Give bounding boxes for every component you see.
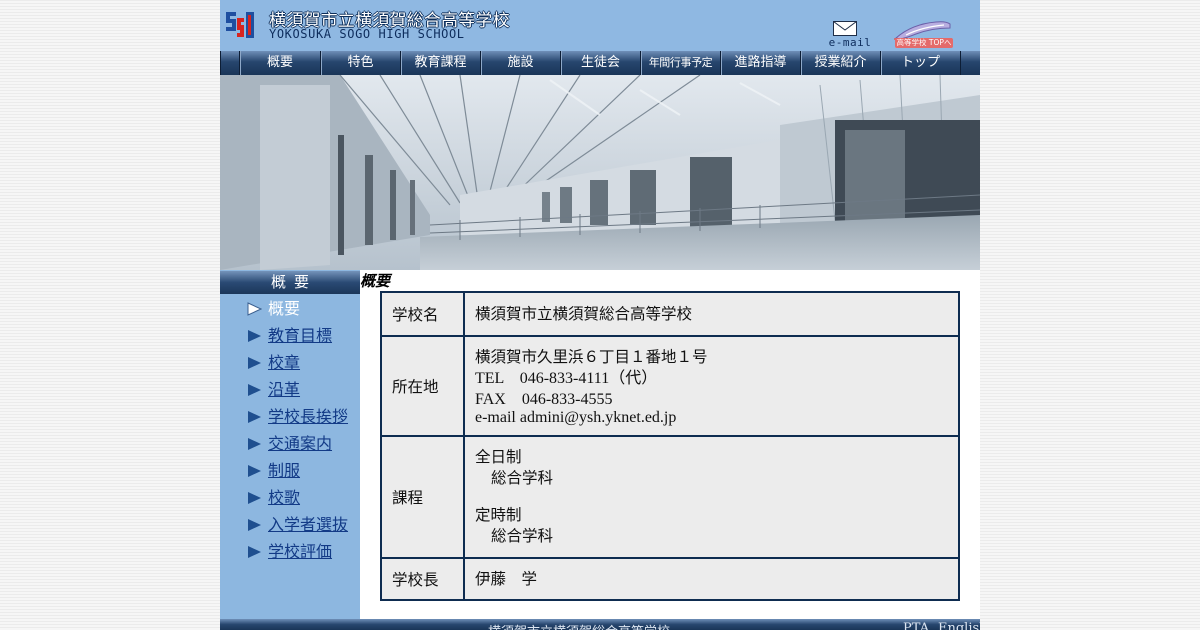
- triangle-right-icon: [248, 519, 261, 531]
- principal-value: 伊藤 学: [463, 557, 960, 601]
- school-name-label: 学校名: [380, 291, 465, 337]
- table-row: 学校名 横須賀市立横須賀総合高等学校: [380, 291, 960, 337]
- mail-icon: [833, 21, 857, 36]
- sidebar-heading: 概要: [220, 271, 360, 294]
- footer-pta-link[interactable]: PTA: [903, 621, 929, 630]
- full-time-course-name: 全日制: [475, 448, 522, 466]
- full-time-course-department: 総合学科: [491, 469, 554, 487]
- sidebar-link-educational-goals[interactable]: 教育目標: [268, 325, 332, 347]
- sidebar-item-access: 交通案内: [247, 433, 360, 455]
- nav-features[interactable]: 特色: [320, 51, 400, 75]
- triangle-right-icon: [248, 411, 261, 423]
- table-row: 課程 全日制 総合学科 定時制 総合学科: [380, 435, 960, 559]
- sidebar-link-school-song[interactable]: 校歌: [268, 487, 300, 509]
- sidebar: 概要 概要 教育目標 校章 沿革 学校長挨拶 交通案内 制服 校歌 入学者選抜 …: [220, 270, 360, 630]
- tel-text: TEL 046-833-4111（代）: [475, 369, 658, 387]
- nav-bar-edge: [220, 51, 240, 75]
- sidebar-link-access[interactable]: 交通案内: [268, 433, 332, 455]
- triangle-right-icon: [247, 302, 262, 316]
- nav-student-council[interactable]: 生徒会: [560, 51, 640, 75]
- nav-curriculum[interactable]: 教育課程: [400, 51, 480, 75]
- high-school-top-link[interactable]: 高等学校 TOPへ: [892, 20, 954, 49]
- page-frame: 横須賀市立横須賀総合高等学校 YOKOSUKA SOGO HIGH SCHOOL…: [220, 0, 980, 630]
- hero-image: [220, 75, 980, 270]
- sidebar-link-admissions[interactable]: 入学者選抜: [268, 514, 348, 536]
- table-row: 学校長 伊藤 学: [380, 557, 960, 601]
- sidebar-link-school-evaluation[interactable]: 学校評価: [268, 541, 332, 563]
- table-row: 所在地 横須賀市久里浜６丁目１番地１号 TEL 046-833-4111（代） …: [380, 335, 960, 437]
- sidebar-item-history: 沿革: [247, 379, 360, 401]
- nav-career-guidance[interactable]: 進路指導: [720, 51, 800, 75]
- part-time-course-department: 総合学科: [491, 527, 554, 545]
- page-title: 概要: [360, 272, 391, 290]
- site-footer: 横須賀市立横須賀総合高等学校 PTA English: [220, 619, 980, 630]
- sidebar-item-school-emblem: 校章: [247, 352, 360, 374]
- nav-class-introduction[interactable]: 授業紹介: [800, 51, 880, 75]
- triangle-right-icon: [248, 384, 261, 396]
- nav-annual-schedule[interactable]: 年間行事予定: [640, 51, 720, 75]
- triangle-right-icon: [248, 330, 261, 342]
- triangle-right-icon: [248, 492, 261, 504]
- high-school-top-label: 高等学校 TOPへ: [895, 38, 953, 48]
- nav-overview[interactable]: 概要: [239, 51, 320, 75]
- sidebar-link-school-emblem[interactable]: 校章: [268, 352, 300, 374]
- sidebar-item-overview: 概要: [247, 298, 360, 320]
- email-link[interactable]: e-mail: [824, 21, 876, 51]
- school-title-english: YOKOSUKA SOGO HIGH SCHOOL: [269, 27, 465, 41]
- part-time-course-name: 定時制: [475, 506, 522, 524]
- sidebar-link-history[interactable]: 沿革: [268, 379, 300, 401]
- location-value: 横須賀市久里浜６丁目１番地１号 TEL 046-833-4111（代） FAX …: [463, 335, 960, 437]
- sidebar-link-principal-greeting[interactable]: 学校長挨拶: [268, 406, 348, 428]
- school-logo-icon: [224, 9, 256, 41]
- triangle-right-icon: [248, 438, 261, 450]
- sidebar-item-label: 概要: [268, 299, 301, 318]
- principal-label: 学校長: [380, 557, 465, 601]
- nav-facilities[interactable]: 施設: [480, 51, 560, 75]
- triangle-right-icon: [248, 357, 261, 369]
- triangle-right-icon: [248, 546, 261, 558]
- address-text: 横須賀市久里浜６丁目１番地１号: [475, 347, 708, 366]
- sidebar-item-school-evaluation: 学校評価: [247, 541, 360, 563]
- sidebar-item-principal-greeting: 学校長挨拶: [247, 406, 360, 428]
- course-label: 課程: [380, 435, 465, 559]
- sidebar-item-school-song: 校歌: [247, 487, 360, 509]
- nav-bar-edge: [960, 51, 981, 75]
- site-header: 横須賀市立横須賀総合高等学校 YOKOSUKA SOGO HIGH SCHOOL…: [220, 0, 980, 51]
- nav-top[interactable]: トップ: [880, 51, 960, 75]
- sidebar-item-admissions: 入学者選抜: [247, 514, 360, 536]
- email-text: e-mail admini@ysh.yknet.ed.jp: [475, 408, 677, 426]
- footer-english-link[interactable]: English: [938, 621, 980, 630]
- sidebar-item-uniform: 制服: [247, 460, 360, 482]
- location-label: 所在地: [380, 335, 465, 437]
- triangle-right-icon: [248, 465, 261, 477]
- school-building-icon: [894, 21, 952, 40]
- course-value: 全日制 総合学科 定時制 総合学科: [463, 435, 960, 559]
- email-label: e-mail: [828, 36, 872, 49]
- school-info-table: 学校名 横須賀市立横須賀総合高等学校 所在地 横須賀市久里浜６丁目１番地１号 T…: [380, 291, 960, 601]
- main-navigation: 概要 特色 教育課程 施設 生徒会 年間行事予定 進路指導 授業紹介 トップ: [220, 51, 980, 75]
- sidebar-item-educational-goals: 教育目標: [247, 325, 360, 347]
- fax-text: FAX 046-833-4555: [475, 390, 613, 408]
- sidebar-link-uniform[interactable]: 制服: [268, 460, 300, 482]
- building-interior-photo: [220, 75, 980, 270]
- school-name-value: 横須賀市立横須賀総合高等学校: [463, 291, 960, 337]
- footer-school-name: 横須賀市立横須賀総合高等学校: [488, 621, 670, 630]
